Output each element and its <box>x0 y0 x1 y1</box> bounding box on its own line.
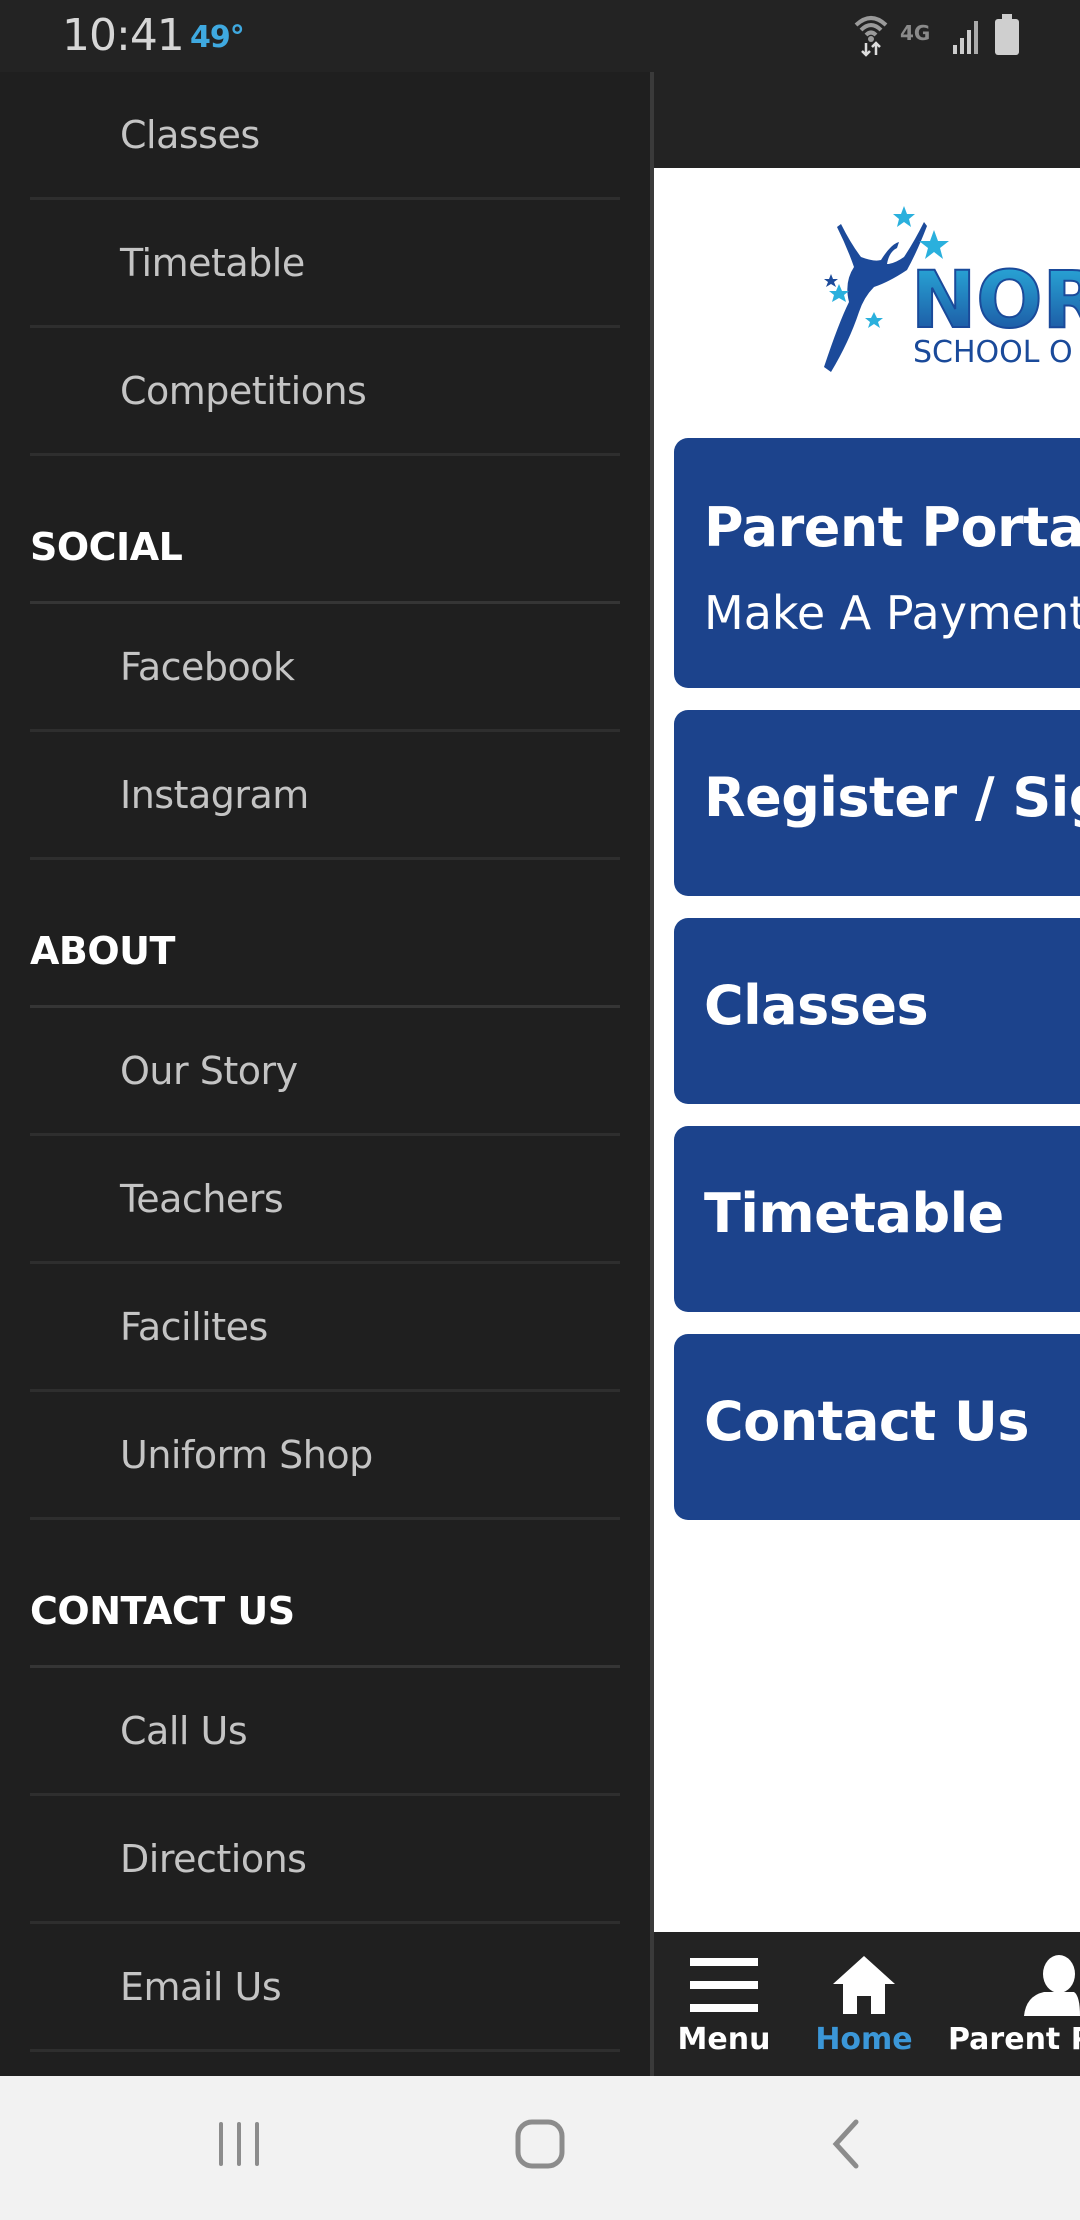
system-navigation-bar <box>0 2076 1080 2220</box>
drawer-item-label: Email Us <box>120 1964 282 2009</box>
drawer-section-social: SOCIAL Facebook Instagram <box>0 456 652 860</box>
drawer-item-label: Facilites <box>120 1304 268 1349</box>
home-button[interactable] <box>510 2116 570 2176</box>
logo-subtext: SCHOOL O <box>913 335 1073 370</box>
tab-label: Menu <box>677 2022 771 2057</box>
drawer-item-label: Directions <box>120 1836 307 1881</box>
register-sign-up-tile[interactable]: Register / Sign <box>674 710 1080 896</box>
drawer-item-facilities[interactable]: Facilites <box>30 1264 620 1392</box>
tile-title: Register / Sign <box>704 766 1080 829</box>
drawer-section-main: Classes Timetable Competitions <box>0 72 652 456</box>
tile-title: Parent Portal <box>704 496 1080 559</box>
drawer-item-label: Classes <box>120 112 260 157</box>
drawer-item-label: Teachers <box>120 1176 284 1221</box>
drawer-item-instagram[interactable]: Instagram <box>30 732 620 860</box>
battery-icon <box>994 14 1020 60</box>
drawer-item-directions[interactable]: Directions <box>30 1796 620 1924</box>
recent-apps-button[interactable] <box>210 2116 270 2176</box>
drawer-section-contact: CONTACT US Call Us Directions Email Us <box>0 1520 652 2052</box>
drawer-item-label: Call Us <box>120 1708 248 1753</box>
back-button[interactable] <box>815 2116 875 2176</box>
drawer-item-our-story[interactable]: Our Story <box>30 1008 620 1136</box>
tab-label: Parent P <box>948 2022 1080 2057</box>
bottom-tab-bar: Menu Home Parent P <box>654 1932 1080 2076</box>
contact-us-tile[interactable]: Contact Us <box>674 1334 1080 1520</box>
drawer-item-classes[interactable]: Classes <box>30 72 620 200</box>
drawer-item-label: Facebook <box>120 644 295 689</box>
home-icon <box>831 1954 897 2016</box>
app-header-bar <box>654 72 1080 168</box>
hamburger-menu-icon <box>689 1954 759 2016</box>
lte-4g-icon: 4G <box>900 20 940 54</box>
section-header-about: ABOUT <box>30 860 620 1008</box>
timetable-tile[interactable]: Timetable <box>674 1126 1080 1312</box>
drawer-item-label: Uniform Shop <box>120 1432 373 1477</box>
tab-home[interactable]: Home <box>804 1932 924 2076</box>
recent-apps-icon <box>217 2120 263 2172</box>
tab-label: Home <box>815 2022 913 2057</box>
svg-text:4G: 4G <box>900 21 930 45</box>
section-header-label: SOCIAL <box>30 525 183 569</box>
logo-wordmark: NOR <box>911 256 1080 346</box>
tile-title: Timetable <box>704 1182 1004 1245</box>
drawer-item-facebook[interactable]: Facebook <box>30 604 620 732</box>
clock: 10:41 <box>62 10 185 61</box>
tile-title: Contact Us <box>704 1390 1030 1453</box>
school-logo: NOR SCHOOL O <box>819 202 1080 382</box>
back-icon <box>830 2119 860 2173</box>
make-payment-link[interactable]: Make A Payment <box>704 586 1080 640</box>
drawer-item-label: Competitions <box>120 368 367 413</box>
main-content: NOR SCHOOL O Parent Portal Make A Paymen… <box>654 72 1080 2076</box>
wifi-icon <box>854 13 888 61</box>
tab-menu[interactable]: Menu <box>674 1932 774 2076</box>
section-header-label: CONTACT US <box>30 1589 295 1633</box>
drawer-item-call-us[interactable]: Call Us <box>30 1668 620 1796</box>
drawer-item-teachers[interactable]: Teachers <box>30 1136 620 1264</box>
navigation-drawer: Classes Timetable Competitions SOCIAL Fa… <box>0 72 652 2076</box>
status-icons: 4G <box>854 14 1020 60</box>
temperature: 49° <box>190 20 245 55</box>
tile-title: Classes <box>704 974 929 1037</box>
drawer-item-competitions[interactable]: Competitions <box>30 328 620 456</box>
person-icon <box>1014 1954 1080 2016</box>
drawer-item-label: Instagram <box>120 772 309 817</box>
parent-portal-tile[interactable]: Parent Portal Make A Payment <box>674 438 1080 688</box>
drawer-item-uniform-shop[interactable]: Uniform Shop <box>30 1392 620 1520</box>
drawer-item-label: Timetable <box>120 240 305 285</box>
tab-parent-portal[interactable]: Parent P <box>948 1932 1080 2076</box>
signal-icon <box>952 15 982 59</box>
drawer-item-email-us[interactable]: Email Us <box>30 1924 620 2052</box>
drawer-item-timetable[interactable]: Timetable <box>30 200 620 328</box>
section-header-contact-us: CONTACT US <box>30 1520 620 1668</box>
section-header-label: ABOUT <box>30 929 175 973</box>
status-bar: 10:41 49° 4G <box>0 0 1080 72</box>
drawer-section-about: ABOUT Our Story Teachers Facilites Unifo… <box>0 860 652 1520</box>
drawer-item-label: Our Story <box>120 1048 298 1093</box>
classes-tile[interactable]: Classes <box>674 918 1080 1104</box>
section-header-social: SOCIAL <box>30 456 620 604</box>
home-circle-icon <box>515 2119 565 2173</box>
